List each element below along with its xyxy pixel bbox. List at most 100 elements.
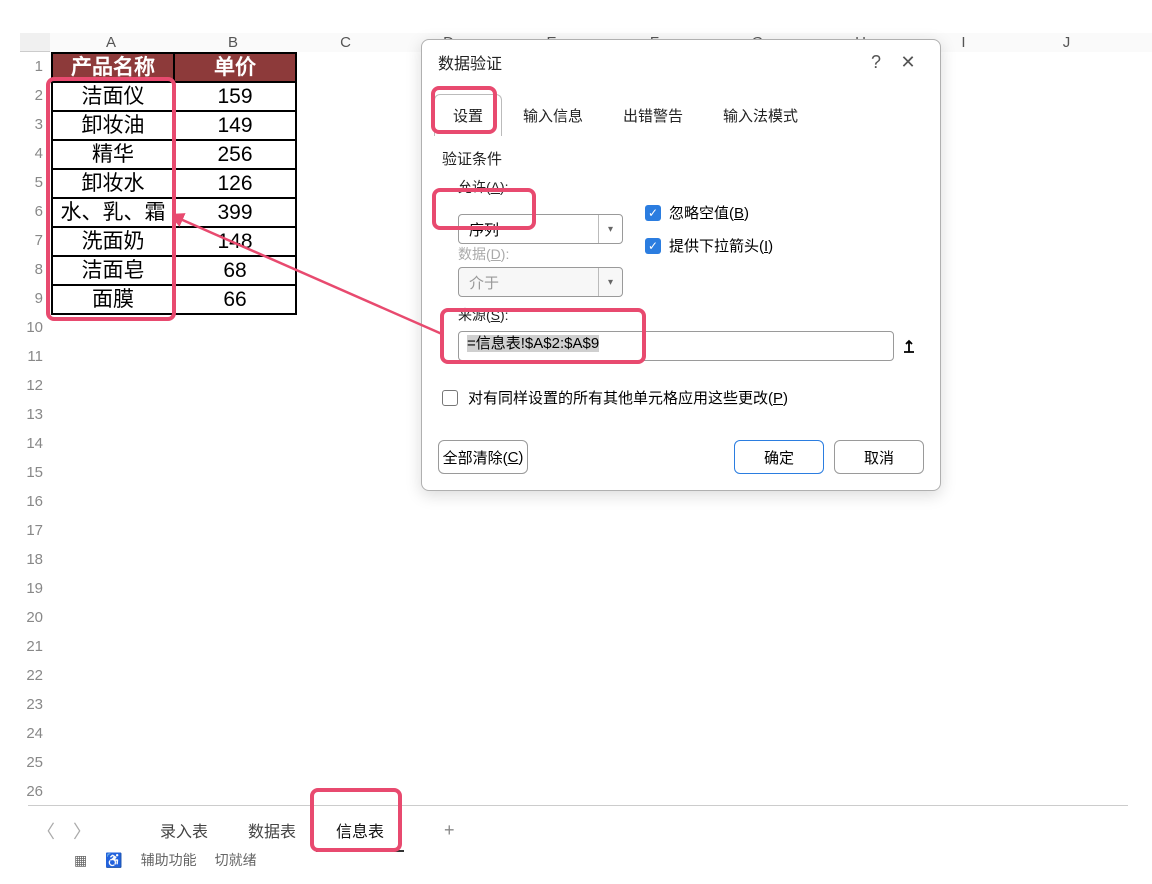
table-row: 精华256 [52,140,296,169]
cell-price[interactable]: 149 [174,111,296,140]
table-row: 洁面皂68 [52,256,296,285]
grid-icon: ▦ [74,852,87,869]
row-header-26[interactable]: 26 [20,777,50,806]
cell-product-name[interactable]: 精华 [52,140,174,169]
chevron-down-icon: ▾ [598,268,622,296]
row-header-9[interactable]: 9 [20,284,50,313]
apply-all-checkbox[interactable] [442,390,458,406]
add-sheet-button[interactable]: + [444,820,455,841]
dialog-tabs: 设置 输入信息 出错警告 输入法模式 [422,84,940,136]
cell-price[interactable]: 159 [174,82,296,111]
row-header-13[interactable]: 13 [20,400,50,429]
cell-product-name[interactable]: 面膜 [52,285,174,314]
check-icon: ✓ [645,238,661,254]
row-header-16[interactable]: 16 [20,487,50,516]
status-ready: 切就绪 [215,850,257,870]
row-header-24[interactable]: 24 [20,719,50,748]
allow-value: 序列 [469,219,499,240]
row-header-20[interactable]: 20 [20,603,50,632]
sheet-navigation: 〈 〉 录入表 数据表 信息表 + [28,805,1128,849]
in-cell-dropdown-checkbox[interactable]: ✓ 提供下拉箭头(I) [645,235,773,256]
tab-ime-mode[interactable]: 输入法模式 [704,94,817,136]
source-input[interactable]: =信息表!$A$2:$A$9 [458,331,894,361]
row-header-25[interactable]: 25 [20,748,50,777]
cell-price[interactable]: 68 [174,256,296,285]
cell-price[interactable]: 148 [174,227,296,256]
tab-input-message[interactable]: 输入信息 [504,94,602,136]
sheet-tabs: 录入表 数据表 信息表 [140,810,404,852]
tab-error-alert[interactable]: 出错警告 [604,94,702,136]
column-header-C[interactable]: C [294,33,397,52]
tab-settings[interactable]: 设置 [434,94,502,136]
row-header-22[interactable]: 22 [20,661,50,690]
cell-product-name[interactable]: 卸妆油 [52,111,174,140]
table-row: 卸妆水126 [52,169,296,198]
sheet-tab-entry[interactable]: 录入表 [140,810,228,852]
chevron-down-icon: ▾ [598,215,622,243]
cell-product-name[interactable]: 洗面奶 [52,227,174,256]
sheet-tab-info[interactable]: 信息表 [316,810,404,852]
cell-product-name[interactable]: 卸妆水 [52,169,174,198]
section-validation-criteria: 验证条件 [442,148,920,169]
row-header-4[interactable]: 4 [20,139,50,168]
row-header-2[interactable]: 2 [20,81,50,110]
select-all-corner[interactable] [20,33,50,52]
dialog-body: 验证条件 允许(A): 序列 ▾ ✓ 忽略空值(B) [422,136,940,430]
table-row: 水、乳、霜399 [52,198,296,227]
row-header-17[interactable]: 17 [20,516,50,545]
column-header-K[interactable]: K [1118,33,1152,52]
row-header-23[interactable]: 23 [20,690,50,719]
status-bar: ▦ ♿ 辅助功能 切就绪 [74,850,257,870]
row-header-3[interactable]: 3 [20,110,50,139]
spreadsheet-grid: 1234567891011121314151617181920212223242… [20,52,50,806]
collapse-icon[interactable] [898,332,920,360]
row-header-6[interactable]: 6 [20,197,50,226]
cell-product-name[interactable]: 水、乳、霜 [52,198,174,227]
row-header-7[interactable]: 7 [20,226,50,255]
row-header-19[interactable]: 19 [20,574,50,603]
row-header-12[interactable]: 12 [20,371,50,400]
help-button[interactable]: ? [860,52,892,73]
dialog-button-row: 全部清除(C) 确定 取消 [422,430,940,490]
allow-select[interactable]: 序列 ▾ [458,214,623,244]
accessibility-label: 辅助功能 [141,850,197,870]
cell-price[interactable]: 66 [174,285,296,314]
dialog-title-bar: 数据验证 ? ✕ [422,40,940,84]
close-button[interactable]: ✕ [892,52,924,73]
data-validation-dialog: 数据验证 ? ✕ 设置 输入信息 出错警告 输入法模式 验证条件 允许(A): … [421,39,941,491]
cell-product-name[interactable]: 洁面仪 [52,82,174,111]
cancel-button[interactable]: 取消 [834,440,924,474]
row-header-21[interactable]: 21 [20,632,50,661]
table-row: 洗面奶148 [52,227,296,256]
dropdown-label: 提供下拉箭头(I) [669,235,773,256]
row-header-1[interactable]: 1 [20,52,50,81]
column-header-B[interactable]: B [172,33,294,52]
apply-all-label: 对有同样设置的所有其他单元格应用这些更改(P) [468,387,788,408]
row-header-11[interactable]: 11 [20,342,50,371]
table-row: 卸妆油149 [52,111,296,140]
ok-button[interactable]: 确定 [734,440,824,474]
row-header-10[interactable]: 10 [20,313,50,342]
column-header-J[interactable]: J [1015,33,1118,52]
ignore-blank-checkbox[interactable]: ✓ 忽略空值(B) [645,202,773,223]
header-product-name[interactable]: 产品名称 [52,53,174,82]
cell-price[interactable]: 126 [174,169,296,198]
cell-product-name[interactable]: 洁面皂 [52,256,174,285]
check-icon: ✓ [645,205,661,221]
row-header-18[interactable]: 18 [20,545,50,574]
dialog-title: 数据验证 [438,50,860,74]
next-sheet-arrow[interactable]: 〉 [64,818,100,844]
row-header-5[interactable]: 5 [20,168,50,197]
sheet-tab-data[interactable]: 数据表 [228,810,316,852]
ignore-blank-label: 忽略空值(B) [669,202,749,223]
row-header-14[interactable]: 14 [20,429,50,458]
prev-sheet-arrow[interactable]: 〈 [28,818,64,844]
cell-price[interactable]: 256 [174,140,296,169]
row-header-15[interactable]: 15 [20,458,50,487]
row-header-8[interactable]: 8 [20,255,50,284]
cell-price[interactable]: 399 [174,198,296,227]
clear-all-button[interactable]: 全部清除(C) [438,440,528,474]
allow-label: 允许(A): [458,177,509,197]
header-price[interactable]: 单价 [174,53,296,82]
column-header-A[interactable]: A [50,33,172,52]
